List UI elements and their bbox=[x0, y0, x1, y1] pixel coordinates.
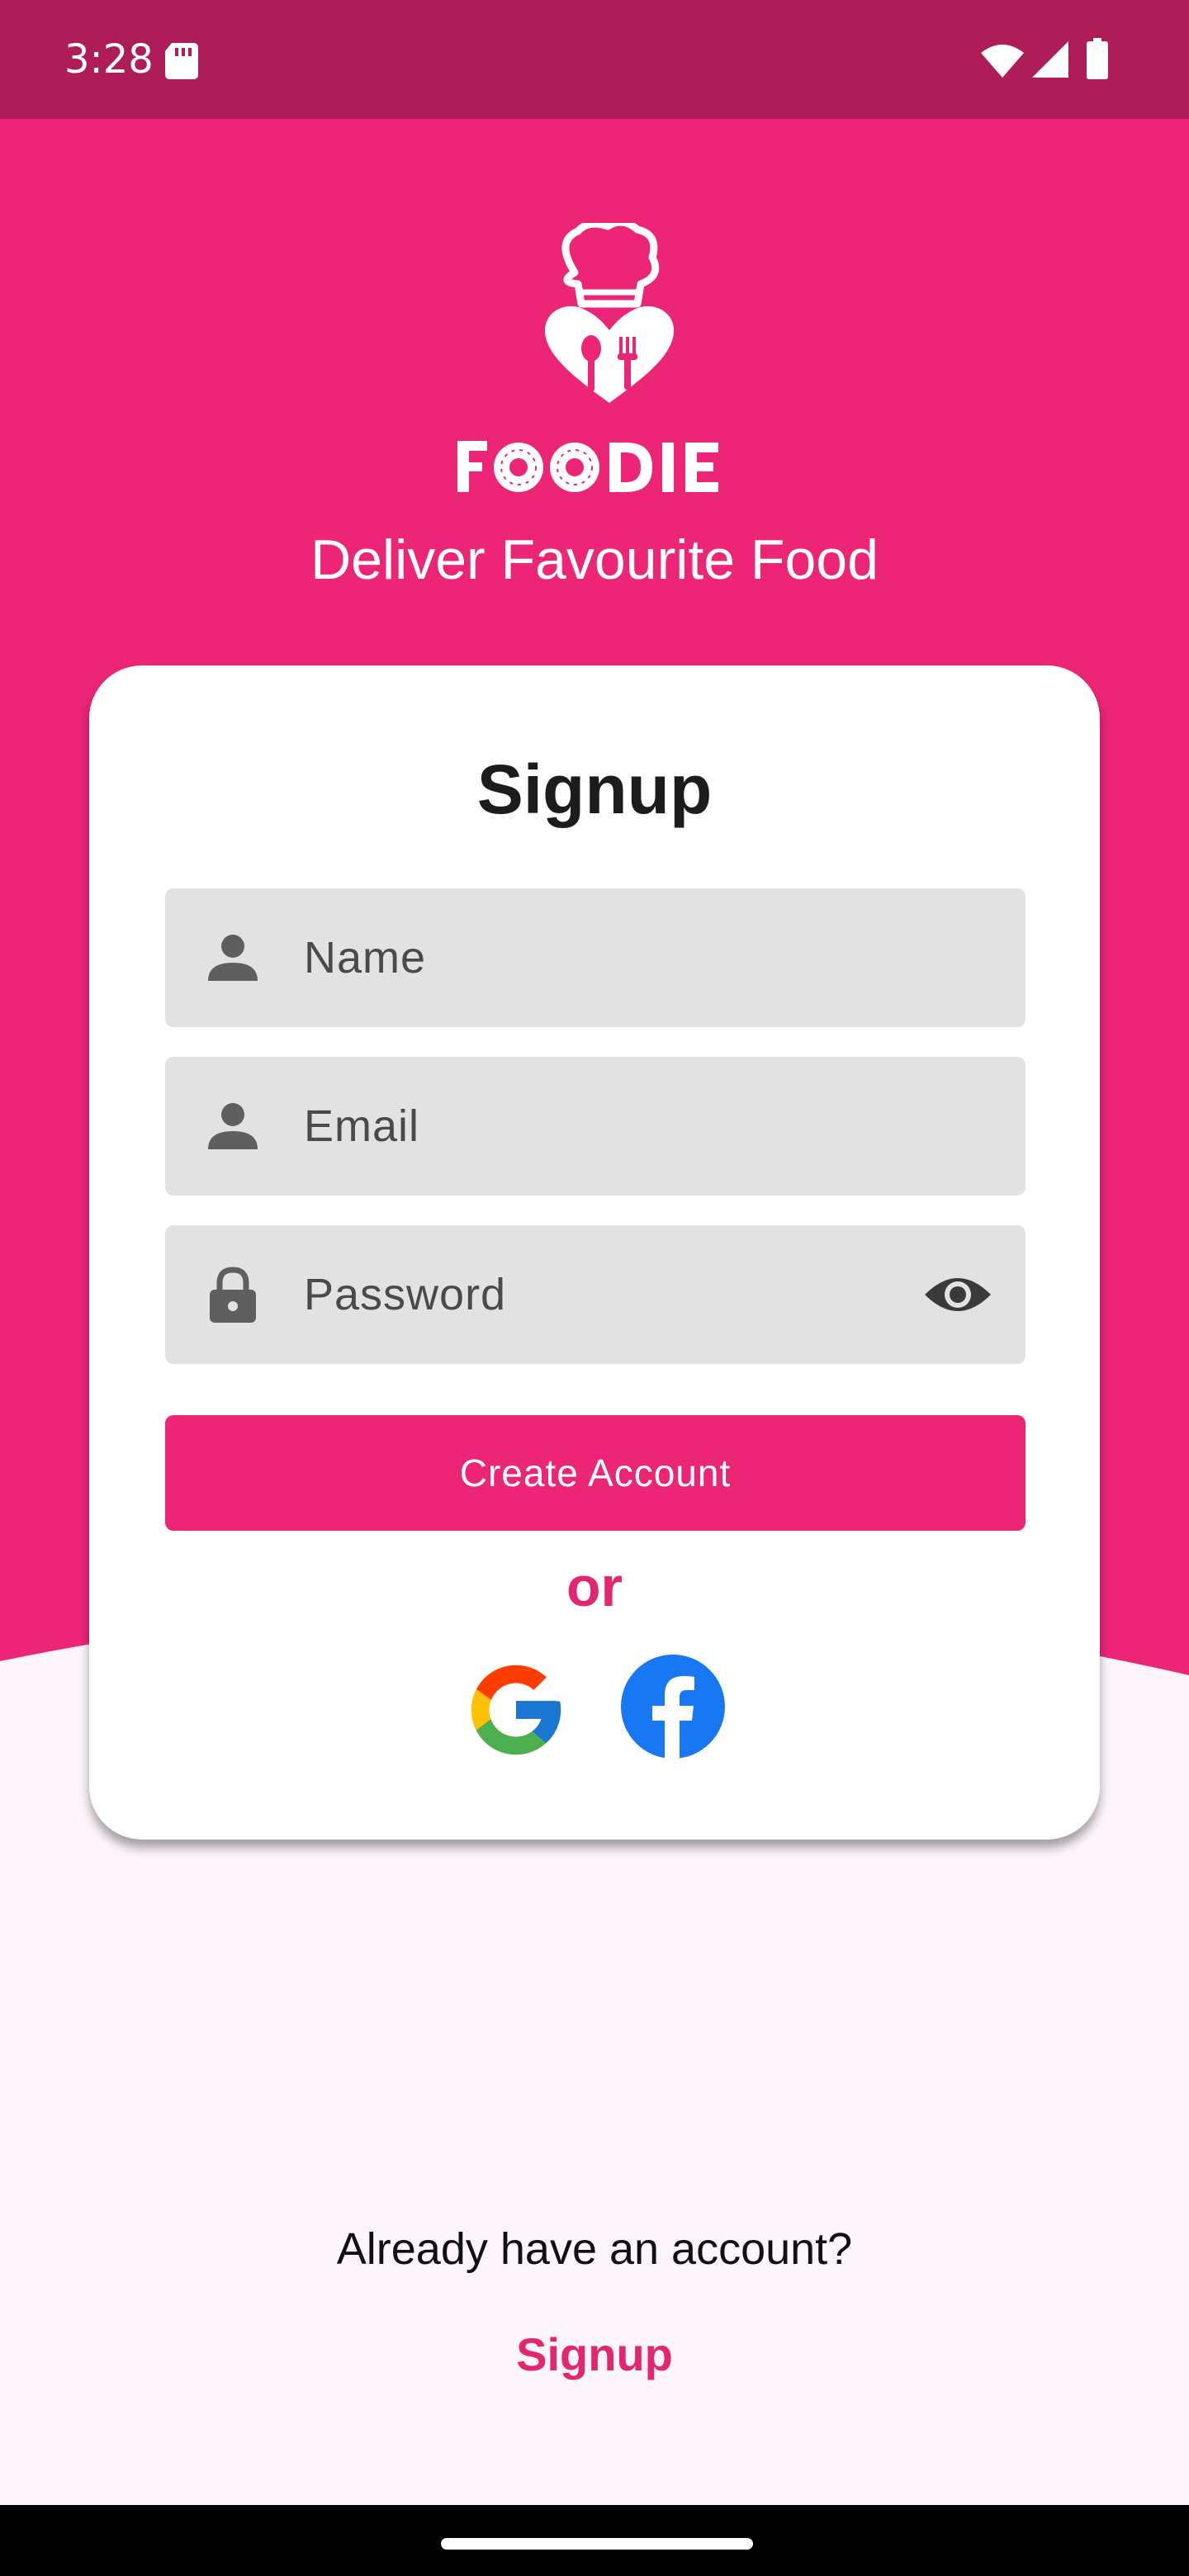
signup-card: Signup Create Account or bbox=[89, 665, 1100, 1840]
battery-icon bbox=[1087, 38, 1108, 79]
name-input[interactable] bbox=[304, 888, 948, 1027]
already-have-account-text: Already have an account? bbox=[336, 2224, 853, 2274]
email-input[interactable] bbox=[304, 1057, 948, 1196]
signup-title: Signup bbox=[476, 751, 713, 828]
signal-icon bbox=[1032, 41, 1068, 78]
email-field[interactable] bbox=[165, 1057, 1026, 1196]
facebook-icon[interactable] bbox=[621, 1655, 725, 1759]
person-icon bbox=[208, 935, 258, 981]
tagline: Deliver Favourite Food bbox=[310, 528, 879, 591]
google-icon[interactable] bbox=[462, 1656, 570, 1764]
foodie-logo bbox=[457, 223, 718, 492]
wifi-icon bbox=[981, 45, 1024, 78]
eye-icon[interactable] bbox=[923, 1267, 992, 1323]
home-handle[interactable] bbox=[441, 2538, 753, 2550]
status-bar: 3:28 bbox=[0, 0, 1189, 119]
name-field[interactable] bbox=[165, 888, 1026, 1027]
status-time: 3:28 bbox=[64, 36, 154, 83]
signup-link[interactable]: Signup bbox=[479, 2322, 710, 2388]
or-divider: or bbox=[566, 1556, 623, 1618]
navigation-bar bbox=[0, 2505, 1189, 2576]
create-account-button[interactable]: Create Account bbox=[165, 1415, 1026, 1531]
lock-icon bbox=[210, 1267, 256, 1323]
password-field[interactable] bbox=[165, 1225, 1026, 1364]
sd-card-icon bbox=[165, 43, 198, 79]
password-input[interactable] bbox=[304, 1225, 948, 1364]
person-icon bbox=[208, 1103, 258, 1149]
